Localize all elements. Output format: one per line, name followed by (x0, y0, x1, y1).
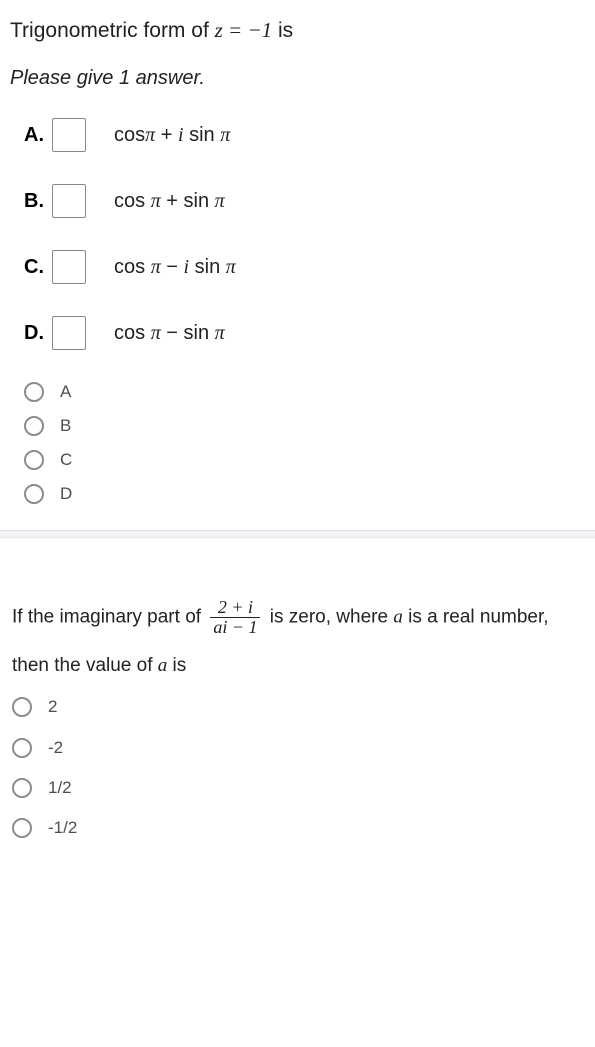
q1-title-math: z = −1 (215, 18, 273, 42)
q1-radio-b[interactable]: B (24, 416, 585, 436)
q2-radio-4[interactable]: -1/2 (12, 815, 583, 841)
radio-icon (24, 484, 44, 504)
q2-var-a: a (393, 606, 403, 627)
radio-icon (24, 382, 44, 402)
frac-denominator: ai − 1 (210, 617, 260, 637)
q1-radio-c[interactable]: C (24, 450, 585, 470)
radio-label: -1/2 (48, 815, 77, 841)
q1-title-pre: Trigonometric form of (10, 19, 215, 42)
q1-choice-d: D. cos π − sin π (24, 316, 585, 350)
q1-instruction: Please give 1 answer. (10, 67, 585, 90)
radio-label: -2 (48, 735, 63, 761)
q1-choice-c: C. cos π − i sin π (24, 250, 585, 284)
choice-expression: cos π + sin π (114, 190, 225, 213)
radio-label: D (60, 484, 72, 504)
frac-numerator: 2 + i (210, 598, 260, 617)
radio-icon (24, 416, 44, 436)
q2-block: If the imaginary part of 2 + i ai − 1 is… (0, 598, 595, 842)
q2-line1-tail: is a real number, (403, 606, 549, 627)
choice-label: C. (24, 256, 52, 279)
choice-box[interactable] (52, 250, 86, 284)
radio-icon (12, 778, 32, 798)
radio-icon (12, 738, 32, 758)
choice-label: A. (24, 124, 52, 147)
q2-fraction: 2 + i ai − 1 (210, 598, 260, 637)
radio-icon (12, 818, 32, 838)
q2-line2-pre: then the value of (12, 655, 158, 676)
radio-label: 1/2 (48, 775, 72, 801)
q1-choice-b: B. cos π + sin π (24, 184, 585, 218)
q2-radio-3[interactable]: 1/2 (12, 775, 583, 801)
radio-icon (12, 697, 32, 717)
choice-expression: cos π − i sin π (114, 256, 236, 279)
q2-line2-post: is (167, 655, 186, 676)
q1-choice-block: A. cosπ + i sin π B. cos π + sin π C. co… (10, 118, 585, 350)
choice-box[interactable] (52, 316, 86, 350)
choice-expression: cosπ + i sin π (114, 124, 230, 147)
q1-title-post: is (272, 19, 293, 42)
q2-line1: If the imaginary part of 2 + i ai − 1 is… (12, 598, 583, 637)
radio-label: A (60, 382, 71, 402)
choice-expression: cos π − sin π (114, 322, 225, 345)
q2-line1-pre: If the imaginary part of (12, 606, 206, 627)
radio-label: B (60, 416, 71, 436)
q2-radio-1[interactable]: 2 (12, 694, 583, 720)
q1-radio-a[interactable]: A (24, 382, 585, 402)
q1-radio-d[interactable]: D (24, 484, 585, 504)
q2-line1-post: is zero, where (270, 606, 394, 627)
choice-box[interactable] (52, 118, 86, 152)
choice-box[interactable] (52, 184, 86, 218)
q1-title: Trigonometric form of z = −1 is (10, 18, 585, 43)
choice-label: B. (24, 190, 52, 213)
q2-radio-group: 2 -2 1/2 -1/2 (12, 694, 583, 841)
q1-choice-a: A. cosπ + i sin π (24, 118, 585, 152)
q2-var-a-2: a (158, 655, 168, 676)
q2-radio-2[interactable]: -2 (12, 735, 583, 761)
question-separator (0, 530, 595, 538)
radio-label: 2 (48, 694, 57, 720)
q2-line2: then the value of a is (12, 651, 583, 680)
radio-icon (24, 450, 44, 470)
choice-label: D. (24, 322, 52, 345)
q1-radio-group: A B C D (10, 382, 585, 504)
radio-label: C (60, 450, 72, 470)
